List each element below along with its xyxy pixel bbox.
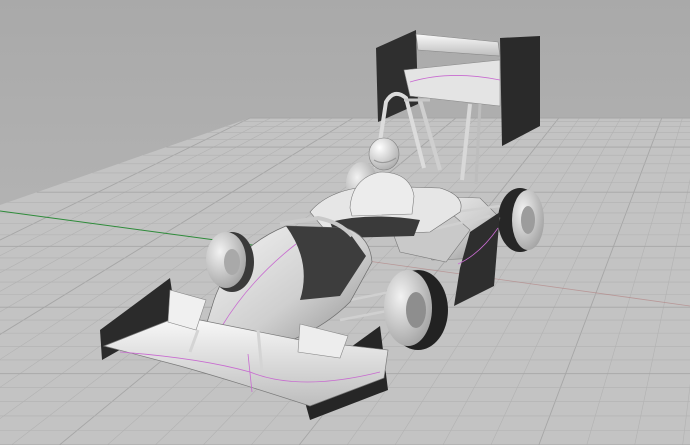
front-right-wheel[interactable] <box>384 270 448 350</box>
driver-helmet <box>368 137 400 171</box>
rear-right-wheel[interactable] <box>498 188 544 252</box>
viewport-canvas[interactable] <box>0 0 690 445</box>
3d-viewport[interactable] <box>0 0 690 445</box>
